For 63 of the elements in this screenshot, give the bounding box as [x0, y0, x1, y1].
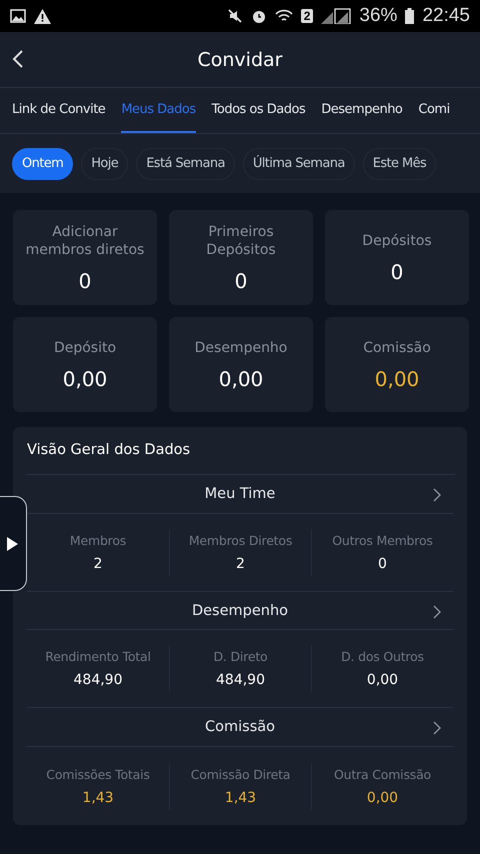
metric-label: Comissões Totais	[46, 766, 150, 782]
stat-value: 0,00	[62, 366, 108, 390]
metric-value: 2	[94, 556, 102, 572]
stat-value: 0,00	[218, 366, 264, 390]
stat-label: Adicionar membros diretos	[24, 222, 146, 258]
chevron-icon	[433, 721, 441, 736]
metric-value: 484,90	[74, 672, 122, 688]
tab[interactable]: Todos os Dados	[212, 88, 306, 133]
metric-value: 0,00	[366, 790, 398, 806]
stat-value: 0	[78, 268, 92, 292]
period-chip[interactable]: Está Semana	[136, 148, 235, 180]
wifi-icon	[274, 9, 293, 23]
metric-value: 1,43	[82, 790, 114, 806]
metric-label: Membros	[70, 532, 126, 548]
metric-value: 1,43	[224, 790, 256, 806]
period-chip[interactable]: Hoje	[81, 148, 128, 180]
metric-value: 0	[378, 556, 387, 572]
chevron-icon	[433, 604, 441, 619]
section-header[interactable]: Comissão	[27, 708, 453, 748]
mute-icon	[226, 8, 243, 24]
section-title: Desempenho	[192, 602, 288, 619]
metric-value: 0,00	[366, 672, 398, 688]
section-header[interactable]: Desempenho	[27, 592, 453, 630]
stat-label: Depósitos	[362, 232, 432, 250]
tab[interactable]: Desempenho	[321, 88, 402, 133]
warning-icon	[34, 8, 51, 24]
period-chip[interactable]: Ontem	[12, 148, 74, 180]
metric-label: Rendimento Total	[45, 649, 151, 664]
tab[interactable]: Link de Convite	[12, 88, 106, 133]
side-tab[interactable]	[0, 496, 27, 591]
image-icon	[10, 9, 26, 23]
stat-value: 0	[390, 260, 404, 284]
period-chip[interactable]: Última Semana	[242, 148, 355, 180]
metric-label: Membros Diretos	[188, 532, 292, 548]
metric-label: D. Direto	[214, 649, 268, 664]
stat-value: 0,00	[374, 366, 420, 390]
section-title: Comissão	[204, 719, 275, 736]
metric-label: Comissão Direta	[190, 766, 290, 782]
battery-icon	[405, 8, 414, 24]
alarm-icon	[250, 8, 267, 24]
stat-label: Comissão	[363, 338, 431, 356]
metric-label: D. dos Outros	[341, 649, 424, 664]
section-header[interactable]: Meu Time	[27, 474, 453, 514]
tab[interactable]: Comi	[418, 88, 450, 133]
sim-badge: 2	[300, 9, 314, 23]
metric-value: 2	[236, 556, 245, 572]
stat-label: Primeiros Depósitos	[205, 222, 277, 258]
stat-label: Depósito	[54, 338, 116, 356]
clock-time: 22:45	[422, 5, 470, 27]
metric-label: Outra Comissão	[334, 766, 431, 782]
battery-percent: 36%	[359, 5, 398, 27]
stat-value: 0	[234, 268, 248, 292]
metric-value: 484,90	[216, 672, 265, 688]
signal-icon	[321, 8, 352, 24]
section-title: Meu Time	[204, 486, 276, 502]
metric-label: Outros Membros	[332, 532, 433, 548]
overview-title: Visão Geral dos Dados	[27, 427, 455, 475]
page-title: Convidar	[198, 48, 282, 70]
back-icon[interactable]	[12, 50, 24, 68]
stat-label: Desempenho	[194, 338, 288, 356]
play-icon	[6, 536, 18, 550]
chevron-icon	[433, 488, 441, 502]
period-chip[interactable]: Este Mês	[362, 148, 436, 180]
